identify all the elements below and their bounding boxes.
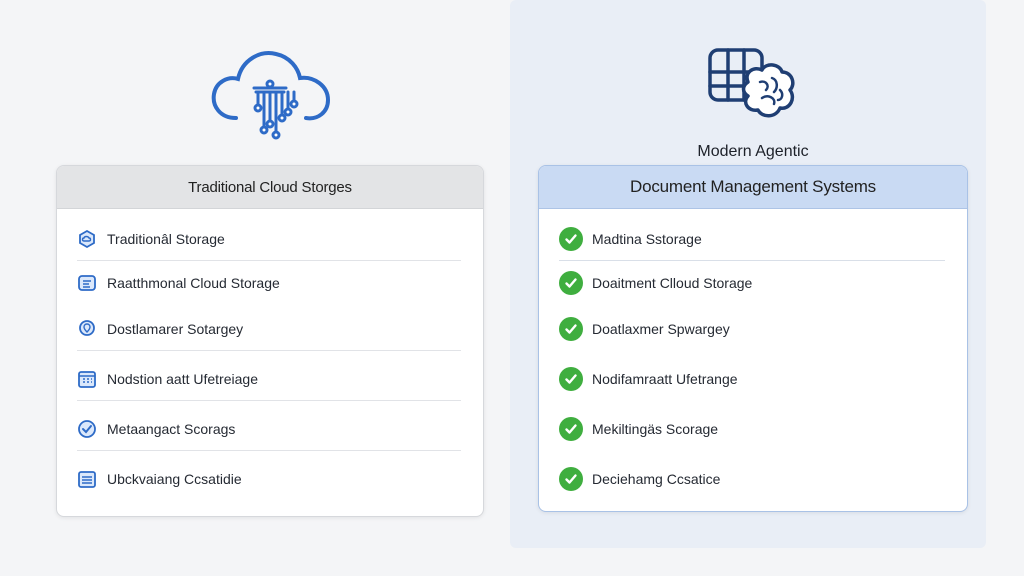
shield-check-icon (77, 419, 97, 439)
list-item: Madtina Sstorage (559, 217, 945, 261)
list-item: Nodifamraatt Ufetrange (559, 357, 945, 401)
list-item: Raatthmonal Cloud Storage (77, 261, 461, 305)
list-item-label: Deciehamg Ccsatice (592, 471, 721, 487)
check-icon (559, 317, 583, 341)
calendar-icon (77, 369, 97, 389)
list-icon (77, 469, 97, 489)
list-item: Mekiltingäs Scorage (559, 407, 945, 451)
list-item: Dostlamarer Sotargey (77, 307, 461, 351)
agentic-dms-card: Document Management Systems Madtina Ssto… (538, 165, 968, 512)
traditional-storage-card: Traditional Cloud Storges Traditionâl St… (56, 165, 484, 517)
list-item: Metaangact Scorags (77, 407, 461, 451)
list-item: Ubckvaiang Ccsatidie (77, 457, 461, 501)
agentic-card-header: Document Management Systems (539, 166, 967, 209)
list-item-label: Madtina Sstorage (592, 231, 702, 247)
list-item-label: Traditionâl Storage (107, 231, 225, 247)
list-item-label: Dostlamarer Sotargey (107, 321, 244, 337)
list-item-label: Nodstion aatt Ufetreiage (107, 371, 258, 387)
list-item-label: Raatthmonal Cloud Storage (107, 275, 280, 291)
divider (77, 450, 461, 451)
check-icon (559, 271, 583, 295)
list-item: Doatlaxmer Spwargey (559, 307, 945, 351)
list-item-label: Mekiltingäs Scorage (592, 421, 719, 437)
modern-agentic-title: Modern Agentic (697, 143, 809, 160)
check-icon (559, 227, 583, 251)
list-item-label: Ubckvaiang Ccsatidie (107, 471, 242, 487)
list-item: Nodstion aatt Ufetreiage (77, 357, 461, 401)
check-icon (559, 467, 583, 491)
list-item-label: Metaangact Scorags (107, 421, 236, 437)
folder-icon (77, 273, 97, 293)
divider (77, 350, 461, 351)
cloud-circuit-icon (211, 51, 331, 140)
list-item: Deciehamg Ccsatice (559, 457, 945, 501)
list-item-label: Doaitment Clloud Storage (592, 275, 753, 291)
check-icon (559, 367, 583, 391)
cloud-box-icon (77, 229, 97, 249)
list-item-label: Doatlaxmer Spwargey (592, 321, 730, 337)
traditional-card-header: Traditional Cloud Storges (57, 166, 483, 209)
globe-brain-icon (708, 48, 795, 118)
check-icon (559, 417, 583, 441)
pin-icon (77, 319, 97, 339)
list-item-label: Nodifamraatt Ufetrange (592, 371, 738, 387)
list-item: Doaitment Clloud Storage (559, 261, 945, 305)
divider (77, 400, 461, 401)
list-item: Traditionâl Storage (77, 217, 461, 261)
